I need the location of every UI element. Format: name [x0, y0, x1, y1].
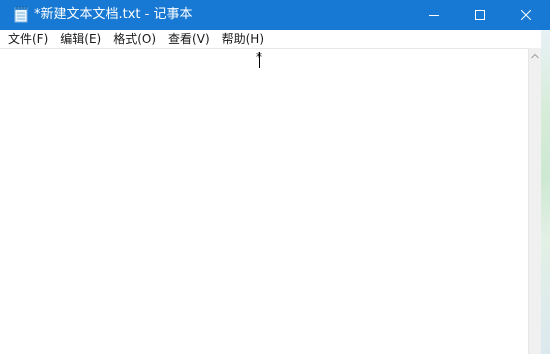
menu-format[interactable]: 格式(O)	[107, 31, 162, 47]
minimize-icon	[429, 10, 439, 20]
close-icon	[521, 10, 531, 20]
maximize-icon	[475, 10, 485, 20]
close-button[interactable]	[503, 0, 549, 30]
menu-file[interactable]: 文件(F)	[0, 31, 54, 47]
title-bar[interactable]: *新建文本文档.txt - 记事本	[0, 0, 550, 30]
notepad-icon[interactable]	[14, 6, 28, 23]
text-caret	[259, 52, 260, 68]
vertical-scrollbar[interactable]	[528, 48, 541, 354]
window-title: *新建文本文档.txt - 记事本	[34, 7, 193, 22]
notepad-window: *新建文本文档.txt - 记事本 文件(F) 编辑(E) 格式(O) 查看(V…	[0, 0, 550, 354]
menu-view[interactable]: 查看(V)	[162, 31, 216, 47]
text-editor-area[interactable]: *	[0, 48, 528, 354]
maximize-button[interactable]	[457, 0, 503, 30]
menu-bar: 文件(F) 编辑(E) 格式(O) 查看(V) 帮助(H)	[0, 30, 550, 48]
minimize-button[interactable]	[411, 0, 457, 30]
desktop-background	[541, 30, 550, 354]
menu-help[interactable]: 帮助(H)	[216, 31, 270, 47]
scroll-up-arrow-icon[interactable]	[529, 50, 541, 62]
menu-edit[interactable]: 编辑(E)	[54, 31, 107, 47]
